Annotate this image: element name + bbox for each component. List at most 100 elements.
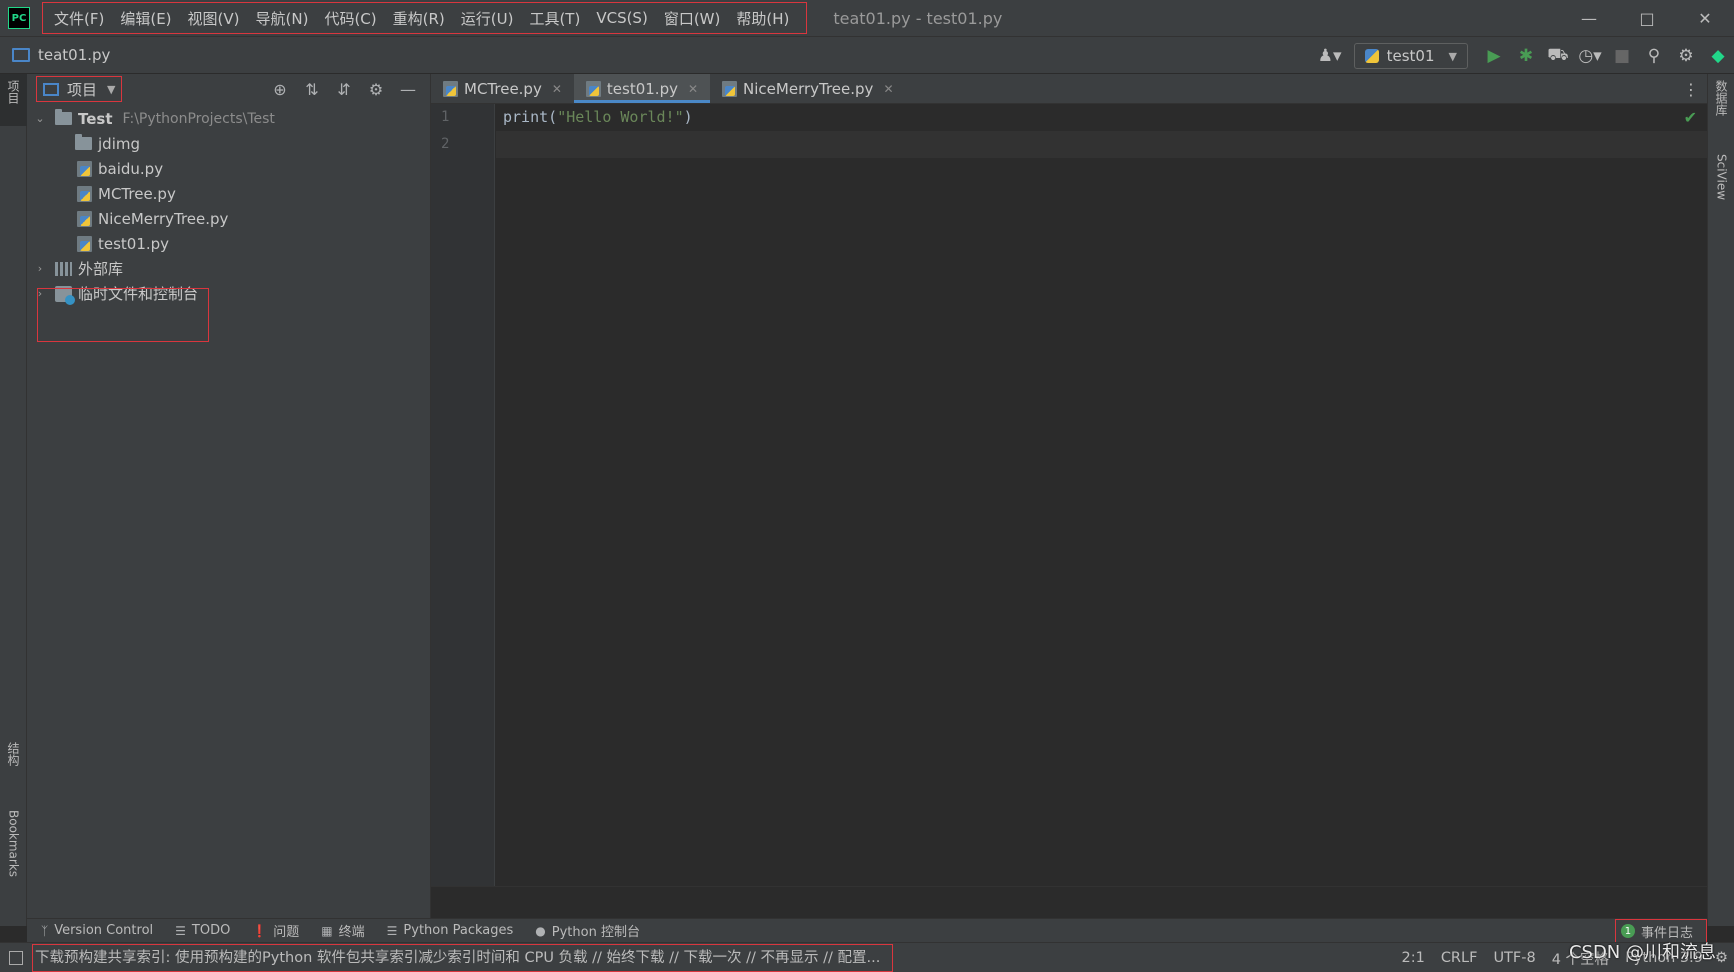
tool-version-control[interactable]: ᛉ Version Control	[41, 923, 153, 938]
project-panel: 项目 ▼ ⊕ ⇅ ⇵ ⚙ — ⌄ Test F:\PythonProjects\…	[27, 74, 431, 926]
project-view-label: 项目	[67, 80, 98, 99]
python-icon	[1364, 49, 1379, 63]
python-file-icon	[722, 80, 738, 97]
gear-icon[interactable]: ⚙	[1670, 40, 1702, 72]
menu-edit[interactable]: 编辑(E)	[112, 8, 179, 29]
tool-label: Python 控制台	[551, 925, 640, 940]
menu-tools[interactable]: 工具(T)	[521, 8, 588, 29]
lock-icon[interactable]: ⚙	[1715, 950, 1728, 966]
code-editor[interactable]: print("Hello World!") ✔	[496, 104, 1707, 886]
tool-python-packages[interactable]: ☰ Python Packages	[387, 923, 514, 938]
tool-problems[interactable]: ❗ 问题	[252, 921, 299, 941]
tab-test01[interactable]: test01.py ✕	[573, 74, 711, 103]
tool-tab-sciview[interactable]: SciView	[1708, 148, 1734, 238]
menu-vcs[interactable]: VCS(S)	[588, 9, 655, 27]
locate-file-icon[interactable]: ⊕	[264, 74, 296, 104]
project-icon	[43, 82, 59, 96]
tool-window-bar: ᛉ Version Control ☰ TODO ❗ 问题 ▦ 终端 ☰ Python P…	[27, 918, 1707, 943]
collapse-all-icon[interactable]: ⇵	[328, 74, 360, 104]
python-file-icon	[77, 160, 92, 177]
account-icon[interactable]: ♟▾	[1314, 40, 1346, 72]
menu-code[interactable]: 代码(C)	[316, 8, 384, 29]
tool-label: Python Packages	[403, 923, 514, 938]
tab-mctree[interactable]: MCTree.py ✕	[431, 74, 574, 103]
project-view-selector[interactable]: 项目 ▼	[35, 76, 123, 102]
project-panel-tools: ⊕ ⇅ ⇵ ⚙ —	[264, 74, 424, 104]
chevron-right-icon[interactable]: ›	[33, 262, 47, 275]
stop-icon[interactable]: ■	[1606, 40, 1638, 72]
toggle-tool-windows-icon[interactable]	[9, 950, 23, 965]
window-controls: — □ ✕	[1560, 0, 1734, 36]
file-encoding[interactable]: UTF-8	[1493, 950, 1535, 966]
menu-file[interactable]: 文件(F)	[46, 8, 112, 29]
tree-item[interactable]: baidu.py	[27, 156, 430, 181]
window-title: teat01.py - test01.py	[833, 8, 1003, 28]
horizontal-scrollbar[interactable]	[431, 886, 1707, 904]
tree-item[interactable]: MCTree.py	[27, 181, 430, 206]
line-separator[interactable]: CRLF	[1441, 950, 1478, 966]
menu-run[interactable]: 运行(U)	[453, 8, 522, 29]
watermark: CSDN @川和流息	[1568, 942, 1716, 963]
debug-icon[interactable]: ✱	[1510, 40, 1542, 72]
tree-item[interactable]: NiceMerryTree.py	[27, 206, 430, 231]
chevron-down-icon[interactable]: ⌄	[33, 112, 47, 125]
maximize-button[interactable]: □	[1618, 0, 1676, 36]
menu-window[interactable]: 窗口(W)	[656, 8, 729, 29]
run-config-selector[interactable]: test01 ▼	[1353, 43, 1468, 69]
menu-view[interactable]: 视图(V)	[180, 8, 248, 29]
tree-item-label: baidu.py	[98, 159, 164, 178]
annotation-highlight	[37, 288, 209, 342]
expand-all-icon[interactable]: ⇅	[296, 74, 328, 104]
tree-item-label: MCTree.py	[98, 184, 176, 203]
tool-terminal[interactable]: ▦ 终端	[321, 921, 364, 941]
tool-tab-structure[interactable]: 结构	[0, 736, 27, 788]
tool-tab-project[interactable]: 项目	[0, 74, 27, 126]
code-line-current[interactable]	[496, 131, 1707, 158]
tool-tab-bookmarks[interactable]: Bookmarks	[0, 804, 27, 904]
tree-external-libs[interactable]: › 外部库	[27, 256, 430, 281]
more-options-icon[interactable]: ⋮	[1683, 74, 1699, 104]
close-icon[interactable]: ✕	[688, 82, 698, 96]
search-icon[interactable]: ⚲	[1638, 40, 1670, 72]
tool-todo[interactable]: ☰ TODO	[175, 923, 230, 938]
tree-item-label: 外部库	[78, 260, 124, 278]
python-file-icon	[77, 235, 92, 252]
file-icon	[12, 48, 30, 62]
inspection-ok-icon[interactable]: ✔	[1684, 108, 1697, 127]
menu-help[interactable]: 帮助(H)	[728, 8, 797, 29]
code-paren: )	[683, 108, 693, 126]
python-file-icon	[77, 210, 92, 227]
info-icon: ❗	[252, 923, 268, 938]
code-line[interactable]: print("Hello World!")	[496, 104, 1707, 131]
close-window-button[interactable]: ✕	[1676, 0, 1734, 36]
run-icon[interactable]: ▶	[1478, 40, 1510, 72]
menu-navigate[interactable]: 导航(N)	[248, 8, 317, 29]
tree-root[interactable]: ⌄ Test F:\PythonProjects\Test	[27, 106, 430, 131]
profile-icon[interactable]: ◷▾	[1574, 40, 1606, 72]
close-icon[interactable]: ✕	[883, 82, 893, 96]
pycharm-logo-icon[interactable]: PC	[8, 7, 30, 29]
toolbar-right: ♟▾ test01 ▼ ▶ ✱ ⛟ ◷▾ ■ ⚲ ⚙ ◆	[1314, 37, 1734, 75]
line-number-gutter: 1 2	[431, 104, 495, 886]
coverage-icon[interactable]: ⛟	[1542, 40, 1574, 72]
menu-refactor[interactable]: 重构(R)	[385, 8, 453, 29]
tree-item[interactable]: test01.py	[27, 231, 430, 256]
hide-panel-icon[interactable]: —	[392, 74, 424, 104]
chevron-down-icon: ▼	[107, 82, 116, 96]
minimize-button[interactable]: —	[1560, 0, 1618, 36]
jetbrains-icon[interactable]: ◆	[1702, 40, 1734, 72]
tab-nicemerrytree[interactable]: NiceMerryTree.py ✕	[710, 74, 905, 103]
tree-item[interactable]: jdimg	[27, 131, 430, 156]
menu-bar: 文件(F) 编辑(E) 视图(V) 导航(N) 代码(C) 重构(R) 运行(U…	[40, 0, 809, 36]
close-icon[interactable]: ✕	[552, 82, 562, 96]
project-panel-header: 项目 ▼ ⊕ ⇅ ⇵ ⚙ —	[27, 74, 430, 104]
caret-position[interactable]: 2:1	[1401, 950, 1424, 966]
tool-label: TODO	[191, 923, 231, 938]
library-icon	[55, 261, 72, 276]
tool-tab-database[interactable]: 数据库	[1708, 74, 1734, 144]
breadcrumb-file[interactable]: teat01.py	[38, 46, 110, 64]
gear-icon[interactable]: ⚙	[360, 74, 392, 104]
left-tool-strip: 项目 结构 Bookmarks	[0, 74, 27, 926]
status-message[interactable]: 下载预构建共享索引: 使用预构建的Python 软件包共享索引减少索引时间和 C…	[31, 943, 894, 972]
tool-python-console[interactable]: ● Python 控制台	[535, 921, 640, 941]
